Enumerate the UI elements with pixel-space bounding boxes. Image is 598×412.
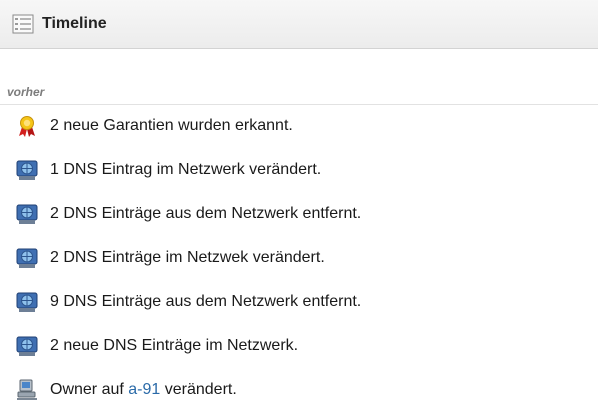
list-item: Owner auf a-91 verändert. — [0, 368, 598, 412]
list-item-text: 9 DNS Einträge aus dem Netzwerk entfernt… — [50, 293, 362, 310]
list-item-text: Owner auf a-91 verändert. — [50, 381, 237, 399]
timeline-list: 2 neue Garantien wurden erkannt. 1 DNS E… — [0, 104, 598, 412]
list-item-text-after: verändert. — [164, 381, 237, 398]
host-link[interactable]: a-91 — [128, 381, 160, 398]
award-ribbon-icon — [19, 116, 35, 137]
section-label: vorher — [7, 85, 45, 99]
page-title: Timeline — [42, 15, 107, 32]
network-globe-icon — [16, 248, 38, 268]
list-item-text: 2 DNS Einträge aus dem Netzwerk entfernt… — [50, 205, 362, 222]
list-item-text: 2 neue DNS Einträge im Netzwerk. — [50, 337, 299, 354]
timeline-header: Timeline — [0, 0, 598, 49]
timeline-panel: Timeline vorher 2 neue Garantien wurden … — [0, 0, 598, 412]
timeline-list-icon — [12, 14, 34, 34]
list-item-text: 2 DNS Einträge im Netzwek verändert. — [50, 249, 325, 266]
computer-icon — [17, 379, 37, 400]
list-item: 9 DNS Einträge aus dem Netzwerk entfernt… — [0, 280, 598, 324]
list-item: 2 neue Garantien wurden erkannt. — [0, 104, 598, 148]
list-item-text: 1 DNS Eintrag im Netzwerk verändert. — [50, 161, 322, 178]
network-globe-icon — [16, 336, 38, 356]
network-globe-icon — [16, 204, 38, 224]
list-item: 2 DNS Einträge im Netzwek verändert. — [0, 236, 598, 280]
list-item-text: 2 neue Garantien wurden erkannt. — [50, 117, 293, 134]
network-globe-icon — [16, 292, 38, 312]
list-item: 1 DNS Eintrag im Netzwerk verändert. — [0, 148, 598, 192]
list-item: 2 neue DNS Einträge im Netzwerk. — [0, 324, 598, 368]
list-item-text-before: Owner auf — [50, 381, 124, 398]
list-item: 2 DNS Einträge aus dem Netzwerk entfernt… — [0, 192, 598, 236]
network-globe-icon — [16, 160, 38, 180]
